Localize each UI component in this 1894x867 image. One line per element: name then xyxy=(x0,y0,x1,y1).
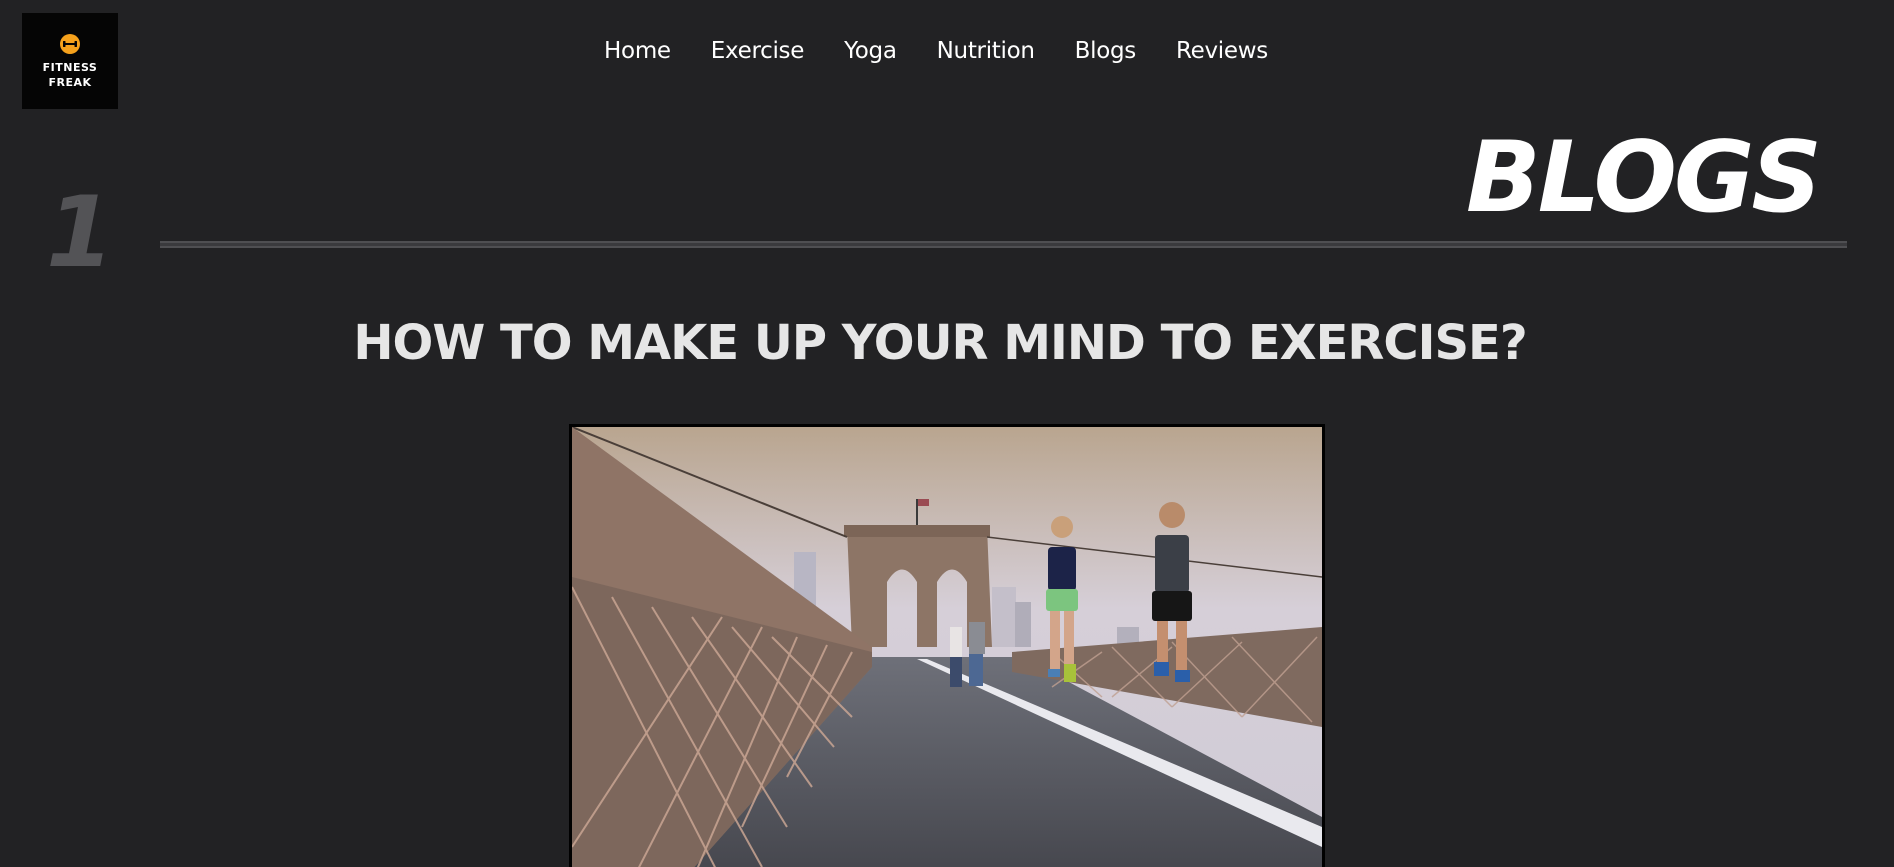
section-number: 1 xyxy=(46,176,115,290)
nav-item-yoga[interactable]: Yoga xyxy=(844,32,897,70)
main-nav: Home Exercise Yoga Nutrition Blogs Revie… xyxy=(0,32,1894,70)
nav-item-reviews[interactable]: Reviews xyxy=(1176,32,1268,70)
nav-item-nutrition[interactable]: Nutrition xyxy=(937,32,1035,70)
article-image xyxy=(569,424,1325,867)
nav-item-home[interactable]: Home xyxy=(604,32,671,70)
bridge-runners-illustration xyxy=(572,427,1322,867)
article-title: HOW TO MAKE UP YOUR MIND TO EXERCISE? xyxy=(353,315,1527,371)
section-divider xyxy=(160,241,1847,248)
nav-item-exercise[interactable]: Exercise xyxy=(711,32,805,70)
brand-line-2: FREAK xyxy=(48,75,92,89)
page: FITNESS FREAK Home Exercise Yoga Nutriti… xyxy=(0,0,1894,867)
page-title: BLOGS xyxy=(1466,121,1822,235)
nav-item-blogs[interactable]: Blogs xyxy=(1075,32,1137,70)
